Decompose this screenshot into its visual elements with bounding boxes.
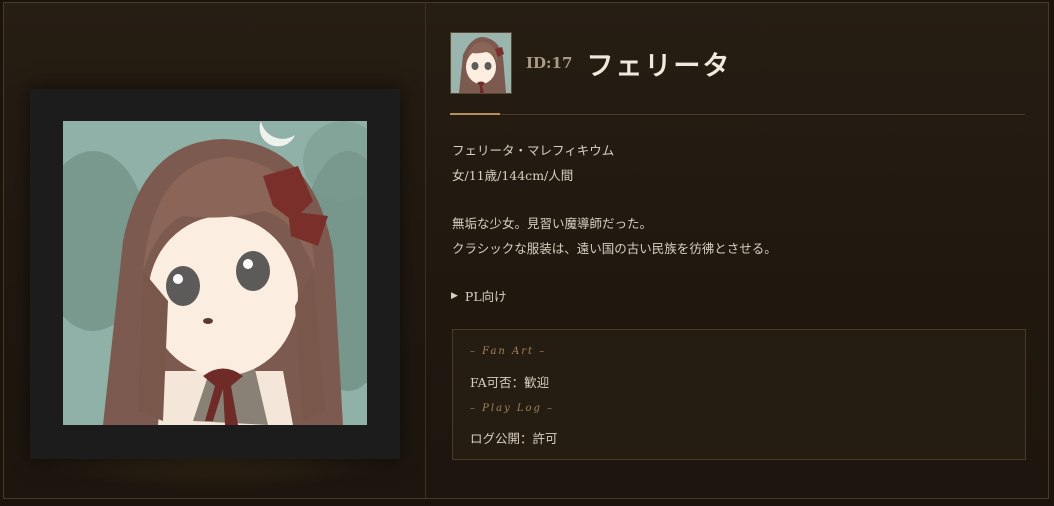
portrait-panel xyxy=(4,3,426,498)
pl-section-toggle[interactable]: ▶ PL向け xyxy=(451,286,507,305)
character-card: ID:17 フェリータ フェリータ・マレフィキウム 女/11歳/144cm/人間… xyxy=(3,2,1049,499)
details-panel: ID:17 フェリータ フェリータ・マレフィキウム 女/11歳/144cm/人間… xyxy=(426,3,1048,498)
character-id: ID:17 xyxy=(526,54,573,72)
fan-art-heading: – Fan Art – xyxy=(470,346,547,357)
character-name: フェリータ xyxy=(586,50,732,82)
pl-section-toggle-label: PL向け xyxy=(464,289,507,304)
character-header: ID:17 フェリータ xyxy=(450,31,731,95)
character-profile: 女/11歳/144cm/人間 xyxy=(452,168,574,183)
play-log-permission: ログ公開：許可 xyxy=(470,431,558,446)
character-full-name: フェリータ・マレフィキウム xyxy=(452,143,615,158)
header-divider xyxy=(450,114,1025,115)
avatar-illustration xyxy=(451,33,511,93)
character-description-line-2: クラシックな服装は、遠い国の古い民族を彷彿とさせる。 xyxy=(452,241,777,256)
character-portrait xyxy=(63,121,367,425)
fan-art-permission: FA可否：歓迎 xyxy=(470,375,550,390)
triangle-right-icon: ▶ xyxy=(451,290,458,301)
permissions-box: – Fan Art – FA可否：歓迎 – Play Log – ログ公開：許可 xyxy=(452,329,1026,460)
portrait-illustration xyxy=(63,121,367,425)
character-description-line-1: 無垢な少女。見習い魔導師だった。 xyxy=(452,216,653,231)
avatar xyxy=(450,32,512,94)
play-log-heading: – Play Log – xyxy=(470,403,555,414)
header-divider-accent xyxy=(450,113,500,115)
portrait-frame xyxy=(30,89,400,459)
